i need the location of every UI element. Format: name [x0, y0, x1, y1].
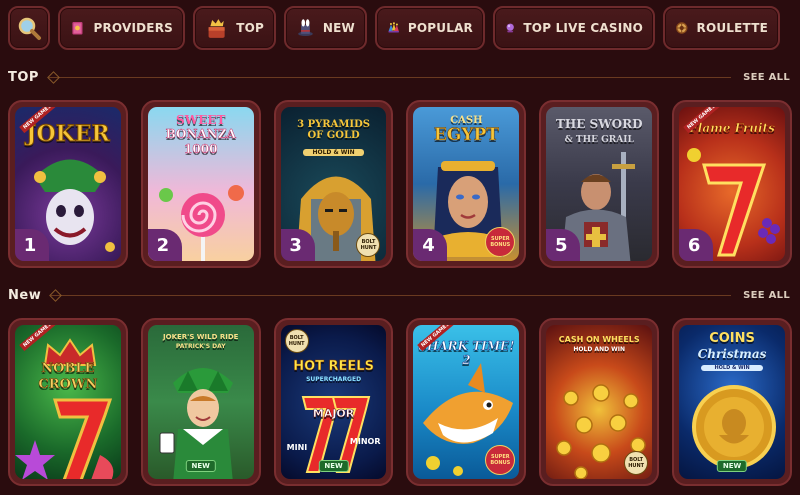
game-subtitle: HOLD & WIN: [302, 149, 365, 156]
new-games-row: NOBLE CROWN NEW GAMES JOKER'S WILD RIDE …: [8, 318, 792, 486]
game-thumbnail: COINS Christmas HOLD & WIN NEW: [679, 325, 785, 479]
section-title: TOP: [8, 69, 39, 85]
game-card[interactable]: Flame Fruits NEW GAMES 6: [672, 100, 792, 268]
game-card[interactable]: THE SWORD & THE GRAIL 5: [539, 100, 660, 268]
game-title: THE SWORD: [555, 117, 643, 131]
jester-hat-icon: [388, 22, 399, 33]
jackpot-major-label: MAJOR: [312, 407, 355, 420]
book-icon: [72, 22, 83, 35]
nav-live-casino-button[interactable]: TOP LIVE CASINO: [493, 6, 655, 50]
nav-live-casino-label: TOP LIVE CASINO: [523, 21, 643, 35]
section-header-top: TOP SEE ALL: [8, 68, 790, 86]
game-subtitle: SUPERCHARGED: [306, 376, 362, 383]
game-card[interactable]: JOKER'S WILD RIDE PATRICK'S DAY NEW: [140, 318, 261, 486]
game-card[interactable]: COINS Christmas HOLD & WIN NEW: [672, 318, 792, 486]
game-card[interactable]: SWEET BONANZA 1000 2: [140, 100, 261, 268]
game-title: 3 PYRAMIDS OF GOLD: [297, 119, 370, 141]
game-subtitle: Christmas: [697, 347, 767, 361]
see-all-link[interactable]: SEE ALL: [743, 72, 790, 83]
game-title: NOBLE: [41, 361, 95, 377]
new-badge: NEW: [318, 460, 349, 472]
game-card[interactable]: SHARK TIME! 2 SUPER BONUS NEW GAMES: [406, 318, 527, 486]
nav-providers-label: PROVIDERS: [93, 21, 173, 35]
provider-badge: BOLT HUNT: [624, 451, 649, 475]
game-subtitle: & THE GRAIL: [564, 135, 634, 145]
game-subtitle: PATRICK'S DAY: [175, 343, 226, 350]
nav-roulette-button[interactable]: ROULETTE: [663, 6, 780, 50]
game-subtitle: EGYPT: [433, 125, 500, 146]
section-divider: [51, 294, 732, 296]
jackpot-minor-label: MINOR: [349, 437, 381, 446]
search-button[interactable]: [8, 6, 50, 50]
new-badge: NEW: [716, 460, 748, 472]
game-thumbnail: NOBLE CROWN NEW GAMES: [15, 325, 121, 479]
category-nav: PROVIDERS TOP NEW POPULAR TOP LIVE CASIN…: [8, 6, 792, 50]
seven-star-illustration: [15, 398, 114, 479]
nav-top-button[interactable]: TOP: [193, 6, 276, 50]
nav-top-label: TOP: [236, 21, 264, 35]
top-games-row: JOKER NEW GAMES 1 SWEET BONANZA 1000 2 3…: [8, 100, 792, 268]
roulette-wheel-icon: [676, 22, 688, 34]
game-thumbnail: CASH ON WHEELS HOLD AND WIN BOLT HUNT: [546, 325, 653, 479]
rank-badge: 1: [15, 229, 49, 261]
game-thumbnail: JOKER'S WILD RIDE PATRICK'S DAY NEW: [147, 325, 254, 479]
game-title: JOKER'S WILD RIDE: [163, 333, 239, 341]
see-all-link[interactable]: SEE ALL: [743, 290, 790, 301]
game-card[interactable]: CASH ON WHEELS HOLD AND WIN BOLT HUNT: [539, 318, 660, 486]
section-divider: [48, 76, 732, 78]
game-card[interactable]: 3 PYRAMIDS OF GOLD HOLD & WIN BOLT HUNT …: [273, 100, 394, 268]
jackpot-mini-label: MINI: [286, 443, 308, 452]
game-title: SWEET: [176, 113, 226, 127]
provider-badge: BOLT HUNT: [284, 329, 309, 353]
game-title: HOT REELS: [293, 359, 374, 375]
new-badge: NEW: [185, 460, 216, 472]
game-card[interactable]: JOKER NEW GAMES 1: [8, 100, 128, 268]
crown-box-icon: [208, 19, 225, 38]
crystal-ball-icon: [506, 23, 514, 33]
game-thumbnail: SHARK TIME! 2 SUPER BONUS NEW GAMES: [413, 325, 520, 479]
game-card[interactable]: CASH EGYPT SUPER BONUS 4: [406, 100, 527, 268]
rank-badge: 5: [546, 229, 581, 261]
rank-badge: 2: [147, 229, 182, 261]
game-subtitle: CROWN: [38, 377, 98, 393]
game-card[interactable]: NOBLE CROWN NEW GAMES: [8, 318, 128, 486]
nav-providers-button[interactable]: PROVIDERS: [58, 6, 185, 50]
nav-roulette-label: ROULETTE: [696, 21, 768, 35]
magic-hat-icon: [298, 19, 313, 37]
rank-badge: 3: [280, 229, 315, 261]
game-title: CASH ON WHEELS: [558, 335, 640, 344]
game-thumbnail: HOT REELS SUPERCHARGED MAJOR MINI MINOR …: [280, 325, 387, 479]
game-tagline: HOLD & WIN: [701, 365, 763, 371]
game-card[interactable]: HOT REELS SUPERCHARGED MAJOR MINI MINOR …: [273, 318, 394, 486]
section-header-new: New SEE ALL: [8, 286, 790, 304]
game-title: COINS: [709, 331, 755, 346]
nav-new-button[interactable]: NEW: [284, 6, 367, 50]
game-subtitle: HOLD AND WIN: [573, 346, 626, 353]
search-icon: [18, 17, 41, 40]
game-subtitle: BONANZA 1000: [165, 127, 236, 157]
section-title: New: [8, 287, 42, 303]
nav-popular-button[interactable]: POPULAR: [375, 6, 485, 50]
rank-badge: 6: [679, 229, 714, 261]
nav-new-label: NEW: [322, 21, 355, 35]
nav-popular-label: POPULAR: [407, 21, 473, 35]
